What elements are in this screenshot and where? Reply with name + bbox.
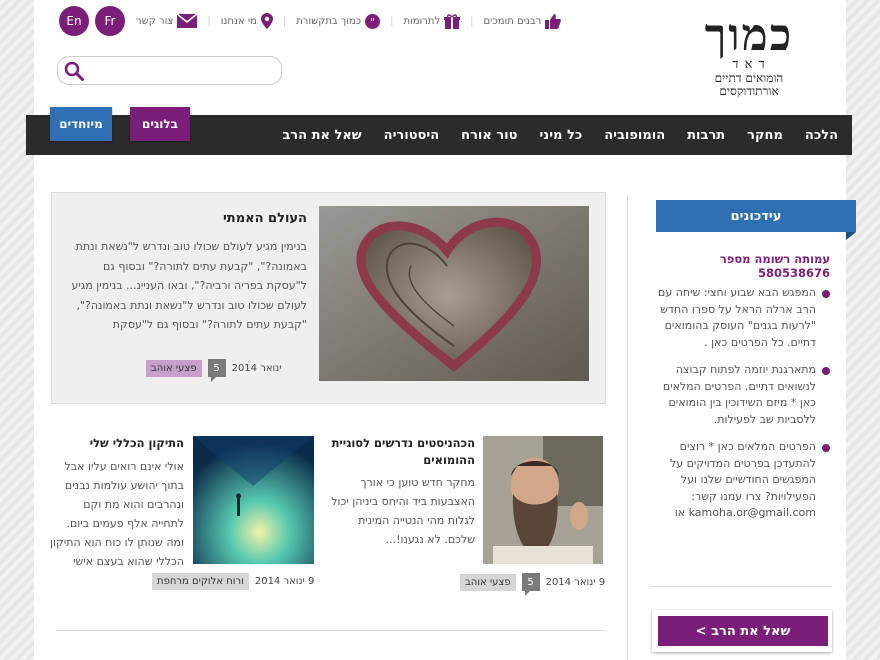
sidebar-divider [627,195,628,660]
divider: | [470,15,474,27]
list-item[interactable]: הפרטים המלאים כאן * רוצים להתעדכן בפרטים… [655,439,832,522]
post-date: 9 ינואר 2014 [545,576,606,588]
logo-tagline-2: אורתודוקסים [719,84,779,98]
tab-blogs[interactable]: בלוגים [130,107,190,141]
logo-wordmark: כמוך [704,10,794,61]
quote-icon: " [365,13,381,29]
updates-list: המפגש הבא שבוע וחצי: שיחה עם הרב ארלה הר… [655,285,832,533]
tab-blogs-label: בלוגים [142,117,178,131]
nav-item-homophobia[interactable]: הומופוביה [604,128,665,143]
media-link[interactable]: " כמוך בתקשורת [296,13,381,29]
post-excerpt: מחקר חדש טוען כי אורך האצבעות ביד והיחס … [331,476,475,546]
category-tag[interactable]: פצעי אוהב [460,573,516,591]
top-links: צור קשר | מי אנחנו | " כמוך בתקשורת | לת… [136,10,562,32]
featured-post-title[interactable]: העולם האמתי [62,211,307,226]
lang-fr-button[interactable]: Fr [95,6,125,36]
post-title[interactable]: הכהניסטים נדרשים לסוגיית ההומואים [330,435,475,469]
content-divider [56,630,606,631]
search-box [57,56,282,85]
divider: | [390,15,394,27]
donations-link[interactable]: לתרומות [403,13,461,29]
sidebar-subheading: עמותה רשומה מספר 580538676 [719,252,830,280]
tab-special-label: מיוחדים [59,117,103,131]
site-header: כמוך ד א ד הומואים דתיים אורתודוקסים צור… [0,0,880,115]
nav-item-research[interactable]: מחקר [747,128,783,143]
about-link[interactable]: מי אנחנו [221,13,273,29]
nav-item-culture[interactable]: תרבות [687,128,725,143]
post-image-rabbi[interactable] [483,436,603,564]
lang-fr-label: Fr [104,14,116,28]
nav-item-misc[interactable]: כל מיני [539,128,582,143]
featured-post-meta: פצעי אוהב 5 ינואר 2014 [146,359,282,382]
category-tag[interactable]: ורוח אלוקים מרחפת [152,573,249,590]
nav-item-ask-rabbi[interactable]: שאל את הרב [282,128,361,143]
location-pin-icon [260,13,273,29]
envelope-icon [177,14,198,28]
post-meta: פצעי אוהב 5 9 ינואר 2014 [460,573,606,596]
nav-item-guest-column[interactable]: טור אורח [461,128,517,143]
post-image-painting[interactable] [193,436,314,564]
divider: | [282,15,287,27]
featured-post-image[interactable] [319,206,589,381]
post-date: 9 ינואר 2014 [254,576,315,587]
svg-text:": " [370,16,375,29]
list-item[interactable]: המפגש הבא שבוע וחצי: שיחה עם הרב ארלה הר… [655,285,832,351]
list-item[interactable]: מתארגנת יוזמה לפתוח קבוצה לנשואים דתיים.… [655,362,832,428]
site-logo[interactable]: כמוך ד א ד הומואים דתיים אורתודוקסים [690,14,808,104]
nav-item-history[interactable]: היסטוריה [384,128,439,143]
sidebar-heading: עידכונים [656,200,856,240]
ask-rabbi-label: שאל את הרב > [658,616,828,646]
supporting-rabbis-label: רבנים תומכים [483,15,542,27]
supporting-rabbis-link[interactable]: רבנים תומכים [483,13,562,29]
lang-en-button[interactable]: En [59,6,89,36]
featured-post: העולם האמתי בנימין מגיע לעולם שכולו טוב … [51,192,606,404]
comment-count[interactable]: 5 [207,359,226,382]
search-input[interactable] [88,60,273,81]
post-excerpt: אולי אינם רואים עליו אבל בתוך יהושע עולמ… [49,460,184,568]
tab-special[interactable]: מיוחדים [50,107,112,141]
sidebar-heading-label: עידכונים [730,208,782,224]
ask-rabbi-button[interactable]: שאל את הרב > [652,610,832,652]
post-meta: ורוח אלוקים מרחפת 9 ינואר 2014 [152,573,314,590]
media-label: כמוך בתקשורת [296,15,362,27]
post-title[interactable]: התיקון הכללי שלי [48,435,184,452]
sidebar-hr [650,586,832,587]
donations-label: לתרומות [403,15,441,27]
divider: | [207,15,211,27]
search-icon[interactable] [64,61,84,81]
category-tag[interactable]: פצעי אוהב [146,359,202,377]
comment-count[interactable]: 5 [521,573,540,596]
gift-icon [444,13,461,29]
contact-label: צור קשר [136,15,174,27]
lang-en-label: En [66,14,82,28]
contact-link[interactable]: צור קשר [136,14,198,28]
nav-item-halacha[interactable]: הלכה [805,128,838,143]
about-label: מי אנחנו [220,15,257,27]
thumbs-up-icon [545,13,562,29]
featured-post-excerpt: בנימין מגיע לעולם שכולו טוב ונדרש ל"נשאת… [71,240,307,331]
post-date: ינואר 2014 [231,362,282,374]
